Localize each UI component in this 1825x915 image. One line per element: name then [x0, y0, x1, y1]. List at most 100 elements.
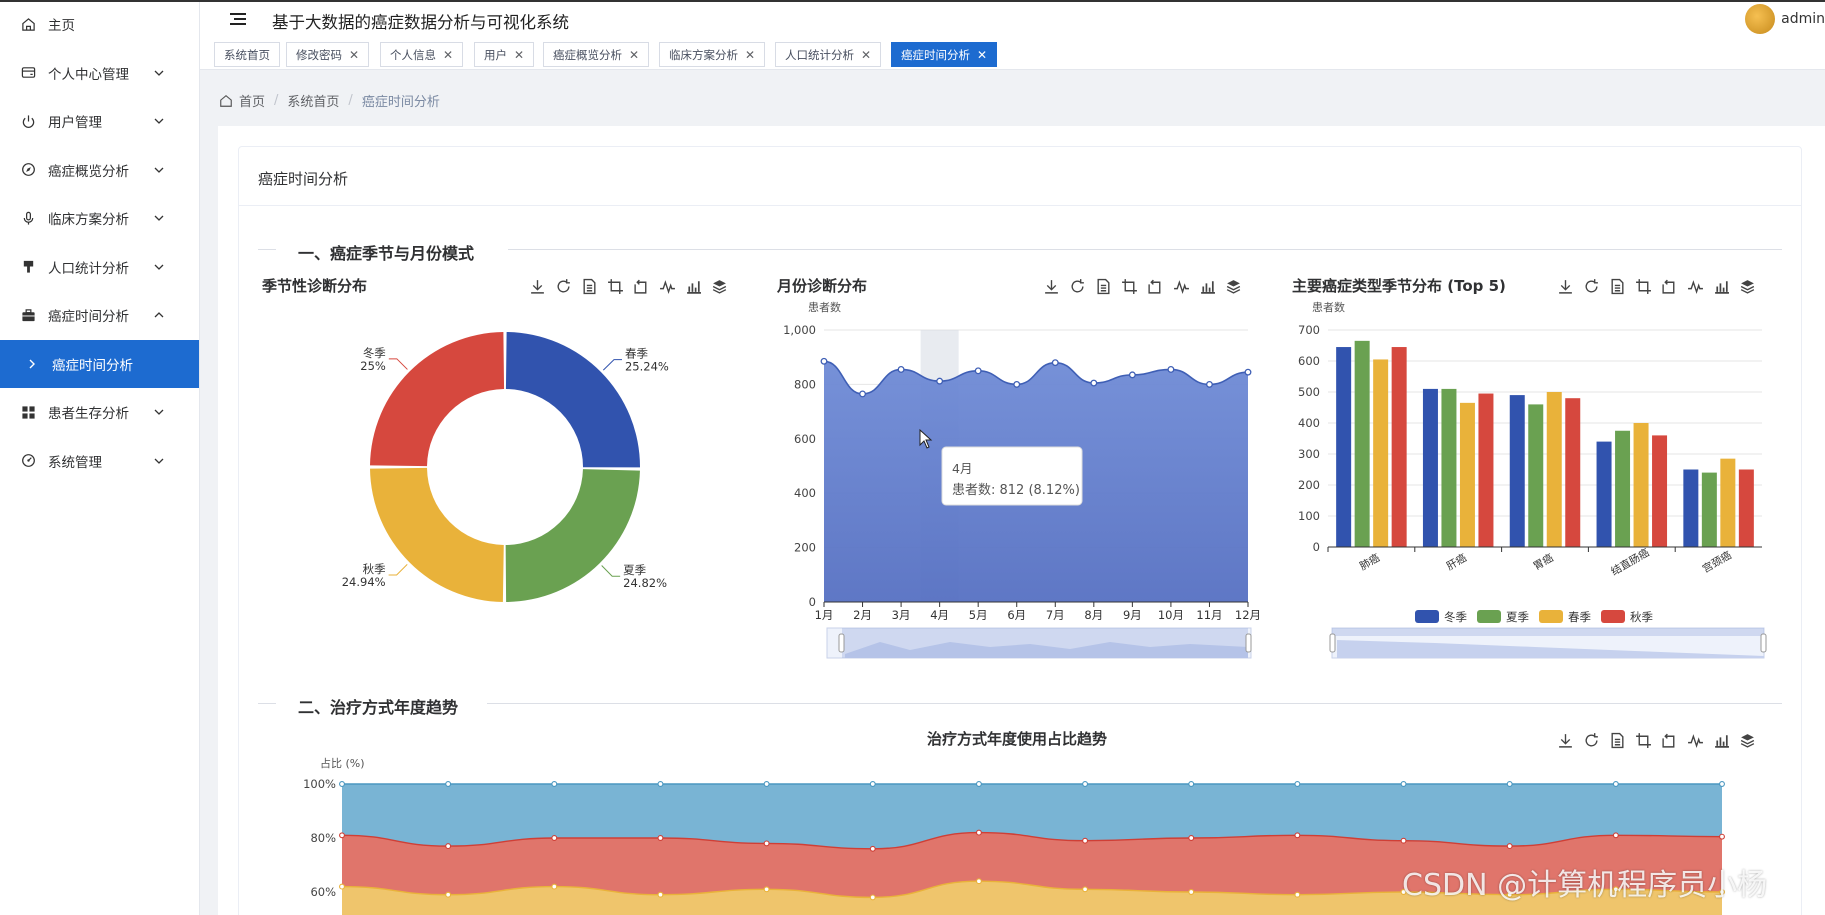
hamburger-icon[interactable]: [230, 12, 246, 26]
data-point: [1188, 781, 1195, 787]
user-menu[interactable]: admin: [1745, 4, 1825, 34]
tab-change-password[interactable]: 修改密码 ✕: [286, 42, 370, 67]
sidebar-item-clinical-plan[interactable]: 临床方案分析: [0, 194, 199, 243]
restore-icon[interactable]: [555, 278, 572, 295]
data-point: [1294, 891, 1301, 898]
bar-chart-icon[interactable]: [1199, 278, 1216, 295]
briefcase-icon: [20, 307, 36, 323]
close-icon[interactable]: ✕: [443, 48, 453, 62]
restore-icon[interactable]: [1583, 732, 1600, 749]
data-view-icon[interactable]: [581, 278, 598, 295]
data-view-icon[interactable]: [1609, 278, 1626, 295]
data-point: [1082, 837, 1089, 844]
bar: [1528, 404, 1544, 547]
stack-icon[interactable]: [1739, 278, 1756, 295]
stack-icon[interactable]: [1225, 278, 1242, 295]
data-point: [763, 840, 770, 847]
tooltip-text: 患者数: 812 (8.12%): [952, 483, 1080, 498]
sidebar-item-cancer-time[interactable]: 癌症时间分析: [0, 291, 199, 340]
zoom-icon[interactable]: [1121, 278, 1138, 295]
close-icon[interactable]: ✕: [861, 48, 871, 62]
data-view-icon[interactable]: [1095, 278, 1112, 295]
tab-cancer-overview[interactable]: 癌症概览分析 ✕: [543, 42, 650, 67]
slider-selection: [1332, 628, 1764, 636]
tab-cancer-time[interactable]: 癌症时间分析 ✕: [891, 42, 998, 67]
data-point: [1206, 380, 1213, 388]
close-icon[interactable]: ✕: [349, 48, 359, 62]
line-chart-icon[interactable]: [1687, 278, 1704, 295]
zoom-icon[interactable]: [607, 278, 624, 295]
zoom-reset-icon[interactable]: [1661, 278, 1678, 295]
y-tick-label: 600: [1298, 354, 1320, 368]
line-chart-icon[interactable]: [659, 278, 676, 295]
x-tick-label: 9月: [1123, 608, 1142, 622]
slider-handle: [1245, 633, 1252, 653]
zoom-reset-icon[interactable]: [633, 278, 650, 295]
monthly-area-chart: 患者数 0 200 400 600 800 1,000 1月 2月 3月 4月 5月 6月 7月 8月 9月 1…: [783, 301, 1261, 659]
x-tick-label: 肺癌: [1357, 551, 1382, 573]
sidebar-item-survival[interactable]: 患者生存分析: [0, 388, 199, 437]
sidebar-item-system-management[interactable]: 系统管理: [0, 437, 199, 486]
bar-chart-icon[interactable]: [1713, 732, 1730, 749]
label-line: [388, 564, 408, 576]
close-icon[interactable]: ✕: [745, 48, 755, 62]
download-icon[interactable]: [1557, 278, 1574, 295]
x-tick-label: 1月: [815, 608, 834, 622]
sidebar-item-cancer-overview[interactable]: 癌症概览分析: [0, 146, 199, 195]
data-point: [1082, 886, 1089, 893]
data-point: [657, 781, 664, 787]
sidebar-item-home[interactable]: 主页: [0, 0, 199, 49]
download-icon[interactable]: [1043, 278, 1060, 295]
restore-icon[interactable]: [1583, 278, 1600, 295]
data-view-icon[interactable]: [1609, 732, 1626, 749]
tab-clinical-plan[interactable]: 临床方案分析 ✕: [659, 42, 766, 67]
zoom-icon[interactable]: [1635, 732, 1652, 749]
bar-chart-icon[interactable]: [1713, 278, 1730, 295]
stack-icon[interactable]: [711, 278, 728, 295]
chart-toolbox: [1043, 278, 1242, 295]
sidebar-item-label: 癌症时间分析: [48, 309, 129, 326]
breadcrumb-level1[interactable]: 系统首页: [287, 91, 339, 110]
zoom-icon[interactable]: [1635, 278, 1652, 295]
zoom-reset-icon[interactable]: [1147, 278, 1164, 295]
data-point: [974, 367, 982, 375]
data-point: [869, 781, 876, 787]
close-icon[interactable]: ✕: [629, 48, 639, 62]
data-point: [1090, 379, 1098, 387]
sidebar-item-personal-center[interactable]: 个人中心管理: [0, 49, 199, 98]
line-chart-icon[interactable]: [1687, 732, 1704, 749]
download-icon[interactable]: [529, 278, 546, 295]
tab-users[interactable]: 用户 ✕: [474, 42, 535, 67]
stack-icon[interactable]: [1739, 732, 1756, 749]
close-icon[interactable]: ✕: [514, 48, 524, 62]
data-point: [763, 886, 770, 893]
restore-icon[interactable]: [1069, 278, 1086, 295]
legend-swatch: [1415, 610, 1439, 623]
y-tick-label: 200: [1298, 478, 1320, 492]
download-icon[interactable]: [1557, 732, 1574, 749]
tab-demographics[interactable]: 人口统计分析 ✕: [775, 42, 882, 67]
zoom-reset-icon[interactable]: [1661, 732, 1678, 749]
bar-chart-icon[interactable]: [685, 278, 702, 295]
sidebar-item-demographics[interactable]: 人口统计分析: [0, 243, 199, 292]
breadcrumb-home[interactable]: 首页: [239, 91, 265, 110]
sidebar-item-user-management[interactable]: 用户管理: [0, 97, 199, 146]
close-icon[interactable]: ✕: [977, 48, 987, 62]
bar: [1441, 388, 1457, 547]
slice-value: 25%: [360, 359, 386, 373]
tab-personal-info[interactable]: 个人信息 ✕: [380, 42, 464, 67]
sidebar-subitem-cancer-time-analysis[interactable]: 癌症时间分析: [0, 339, 199, 388]
chart-title: 主要癌症类型季节分布 (Top 5): [1292, 277, 1506, 295]
line-chart-icon[interactable]: [1173, 278, 1190, 295]
bar: [1596, 441, 1612, 547]
chevron-right-icon: [24, 356, 40, 372]
data-point: [445, 781, 452, 787]
tab-system-home[interactable]: 系统首页: [214, 42, 280, 67]
x-tick-label: 胃癌: [1531, 551, 1556, 573]
chevron-down-icon: [154, 215, 164, 222]
y-tick-label: 0: [809, 595, 816, 609]
data-point: [975, 878, 982, 885]
y-tick-label: 600: [794, 432, 816, 446]
pie-slice: [370, 332, 505, 467]
data-point: [1051, 359, 1059, 367]
